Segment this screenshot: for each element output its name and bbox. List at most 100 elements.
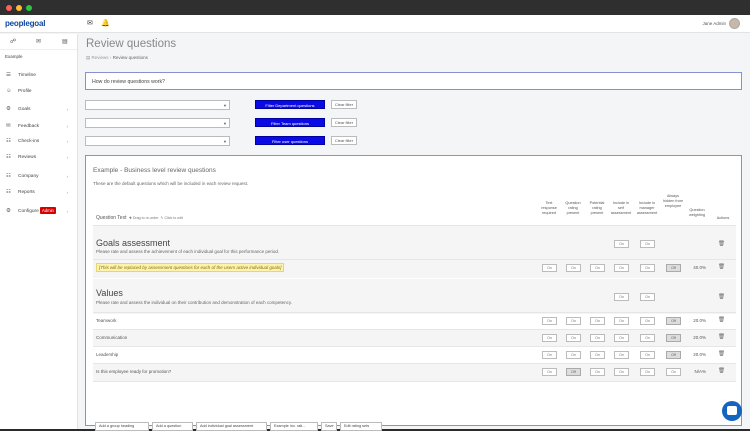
question-text[interactable]: Leadership [96, 352, 118, 357]
question-toggle[interactable]: On [542, 334, 557, 342]
question-toggle[interactable]: On [640, 334, 655, 342]
user-select[interactable]: ▼ [85, 136, 230, 146]
question-weighting[interactable]: 20.0% [686, 335, 706, 340]
sidebar-item-company[interactable]: ☷ Company › [0, 171, 78, 183]
question-toggle[interactable]: On [542, 351, 557, 359]
save-button[interactable]: Save [321, 422, 337, 431]
edit-rating-sets-button[interactable]: Edit rating sets [340, 422, 382, 431]
question-text[interactable]: Teamwork [96, 318, 117, 323]
question-toggle[interactable]: Off [666, 317, 681, 325]
add-question-button[interactable]: Add a question [152, 422, 193, 431]
file-icon[interactable]: ▤ [62, 38, 68, 45]
question-text[interactable]: Is this employee ready for promotion? [96, 369, 171, 374]
sidebar-item-timeline[interactable]: ☰ Timeline [0, 70, 78, 82]
sidebar-item-label: Profile [18, 89, 32, 94]
team-select[interactable]: ▼ [85, 118, 230, 128]
question-toggle[interactable]: On [590, 317, 605, 325]
question-toggle[interactable]: On [590, 368, 605, 376]
logo[interactable]: peoplegoal [5, 19, 45, 28]
gear-icon: ⚙ [6, 208, 11, 214]
bell-icon[interactable]: 🔔 [101, 19, 110, 27]
clear-user-filter-button[interactable]: Clear filter [331, 136, 357, 145]
question-toggle[interactable]: On [590, 264, 605, 272]
avatar[interactable] [729, 18, 740, 29]
group-toggle[interactable]: On [614, 293, 629, 301]
question-toggle[interactable]: On [542, 264, 557, 272]
org-icon: ☷ [6, 173, 11, 179]
sidebar-item-label: Goals [18, 107, 31, 112]
question-toggle[interactable]: On [640, 317, 655, 325]
sidebar-item-profile[interactable]: ☺ Profile [0, 86, 78, 98]
trash-icon[interactable]: 🗑 [718, 334, 725, 340]
question-toggle[interactable]: On [640, 351, 655, 359]
question-toggle[interactable]: On [614, 368, 629, 376]
question-weighting[interactable]: 40.0% [686, 265, 706, 270]
sidebar-tabs: ☍ ✉ ▤ [0, 34, 77, 50]
question-toggle[interactable]: Off [666, 264, 681, 272]
question-weighting[interactable]: 20.0% [686, 352, 706, 357]
question-toggle[interactable]: On [566, 334, 581, 342]
question-toggle[interactable]: On [542, 368, 557, 376]
sidebar-item-feedback[interactable]: ✉ Feedback › [0, 121, 78, 133]
breadcrumb-reviews-link[interactable]: Reviews [92, 55, 109, 60]
trash-icon[interactable]: 🗑 [718, 294, 725, 300]
sidebar-item-reviews[interactable]: ☷ Reviews › [0, 152, 78, 164]
chat-widget-button[interactable] [722, 401, 742, 421]
filter-user-button[interactable]: Filter user questions [255, 136, 325, 145]
trash-icon[interactable]: 🗑 [718, 241, 725, 247]
user-name[interactable]: Jane Admin [702, 21, 726, 26]
how-it-works-box[interactable]: How do review questions work? [85, 72, 742, 90]
question-text[interactable]: [This will be replaced by assessment que… [96, 263, 285, 272]
question-weighting[interactable]: N/A% [686, 369, 706, 374]
question-toggle[interactable]: On [640, 264, 655, 272]
question-toggle[interactable]: On [614, 264, 629, 272]
filter-team-button[interactable]: Filter Team questions [255, 118, 325, 127]
question-toggle[interactable]: On [614, 317, 629, 325]
group-toggle[interactable]: On [640, 293, 655, 301]
group-toggle[interactable]: On [614, 240, 629, 248]
question-toggle[interactable]: Off [566, 368, 581, 376]
clear-team-filter-button[interactable]: Clear filter [331, 118, 357, 127]
sidebar-item-reports[interactable]: ☷ Reports › [0, 187, 78, 199]
question-text-value: Leadership [96, 352, 119, 357]
maximize-window-button[interactable] [26, 5, 32, 11]
trash-icon[interactable]: 🗑 [718, 264, 725, 270]
chevron-right-icon: › [66, 155, 69, 160]
row-divider [93, 329, 736, 330]
question-toggle[interactable]: On [666, 368, 681, 376]
sidebar-item-check-ins[interactable]: ☷ Check-ins › [0, 136, 78, 148]
question-toggle[interactable]: On [542, 317, 557, 325]
question-toggle[interactable]: On [614, 351, 629, 359]
group-heading[interactable]: Goals assessment [96, 238, 170, 248]
column-header: Text response required [541, 201, 557, 215]
question-text[interactable]: Communication [96, 335, 127, 340]
question-toggle[interactable]: On [566, 351, 581, 359]
rating-set-select[interactable]: Example Inc. rati... [270, 422, 318, 431]
group-toggle[interactable]: On [640, 240, 655, 248]
network-icon[interactable]: ☍ [10, 38, 16, 45]
department-select[interactable]: ▼ [85, 100, 230, 110]
trash-icon[interactable]: 🗑 [718, 368, 725, 374]
question-toggle[interactable]: Off [666, 334, 681, 342]
chat-tab-icon[interactable]: ✉ [36, 38, 41, 45]
question-toggle[interactable]: On [566, 264, 581, 272]
minimize-window-button[interactable] [16, 5, 22, 11]
group-heading[interactable]: Values [96, 288, 123, 298]
question-toggle[interactable]: Off [666, 351, 681, 359]
question-toggle[interactable]: On [590, 351, 605, 359]
filter-department-button[interactable]: Filter Department questions [255, 100, 325, 109]
question-weighting[interactable]: 20.0% [686, 318, 706, 323]
clear-department-filter-button[interactable]: Clear filter [331, 100, 357, 109]
sidebar-item-configure[interactable]: ⚙ Configure Admin › [0, 206, 78, 218]
add-group-heading-button[interactable]: Add a group heading [95, 422, 149, 431]
question-toggle[interactable]: On [614, 334, 629, 342]
trash-icon[interactable]: 🗑 [718, 351, 725, 357]
add-goal-assessment-button[interactable]: Add individual goal assessment [196, 422, 267, 431]
close-window-button[interactable] [6, 5, 12, 11]
question-toggle[interactable]: On [640, 368, 655, 376]
question-toggle[interactable]: On [590, 334, 605, 342]
question-toggle[interactable]: On [566, 317, 581, 325]
sidebar-item-goals[interactable]: ⚙ Goals › [0, 104, 78, 116]
mail-icon[interactable]: ✉ [87, 19, 93, 27]
trash-icon[interactable]: 🗑 [718, 317, 725, 323]
